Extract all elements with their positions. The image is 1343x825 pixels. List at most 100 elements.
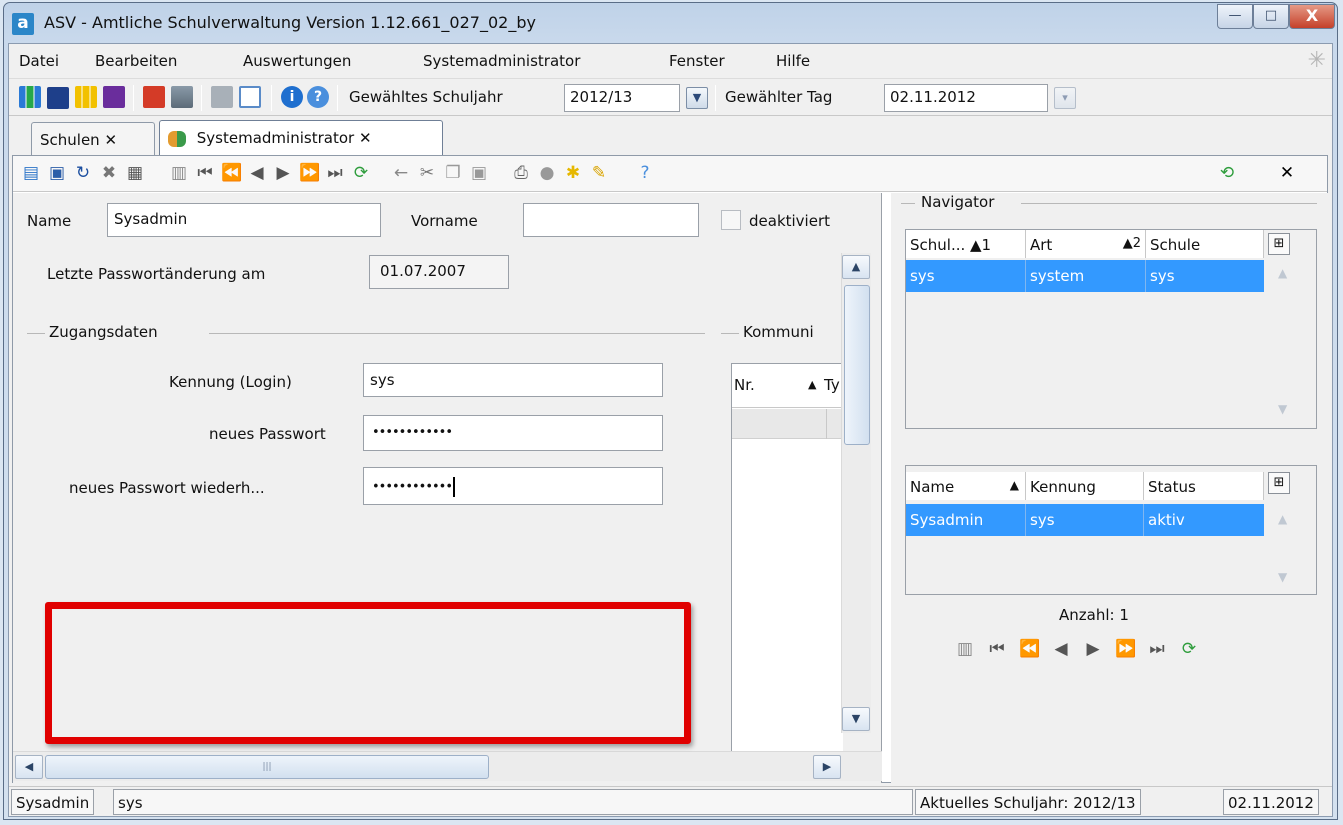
table-row[interactable]: Sysadmin sys aktiv [906,504,1264,536]
menu-auswertungen[interactable]: Auswertungen [243,52,351,70]
preview-icon[interactable]: ● [537,163,557,183]
scroll-left-icon[interactable]: ◀ [15,755,43,779]
scroll-down-icon[interactable]: ▼ [1278,402,1287,416]
last-record-icon[interactable]: ⏭ [1147,639,1167,659]
neues-passwort-input[interactable]: •••••••••••• [363,415,663,451]
teacher-icon[interactable] [103,86,125,108]
students-icon[interactable] [75,86,97,108]
previous-page-icon[interactable]: ⏪ [221,163,242,183]
first-record-icon[interactable]: ⏮ [195,163,215,183]
horizontal-scrollbar[interactable]: ◀ ||| ▶ [13,751,882,781]
last-record-icon[interactable]: ⏭ [325,163,345,183]
name-input[interactable]: Sysadmin [107,203,381,237]
copy-icon[interactable]: ❐ [443,163,463,183]
cell-art: system [1026,260,1146,292]
toolbar-separator [201,85,202,111]
close-icon[interactable]: ✕ [359,129,372,147]
new-record-icon[interactable]: ▤ [21,163,41,183]
vertical-scrollbar[interactable]: ▲ ▼ [841,253,871,733]
col-art-label: Art [1030,236,1053,254]
schulen-grid[interactable]: Schul... ▲1 Art ▲2 Schule ⊞ sys system s… [905,229,1317,429]
next-record-icon[interactable]: ▶ [273,163,293,183]
tab-schulen[interactable]: Schulen ✕ [31,122,155,156]
save-icon[interactable]: ▣ [47,163,67,183]
scroll-thumb-horizontal[interactable]: ||| [45,755,489,779]
col-name-label: Name [910,478,955,496]
table-row[interactable]: sys system sys [906,260,1264,292]
kommunikation-header[interactable]: Nr. ▲ Ty [732,364,844,408]
scroll-down-icon[interactable]: ▼ [1278,570,1287,584]
col-name[interactable]: Name ▲ [906,472,1026,500]
people-group-icon[interactable] [19,86,41,108]
col-kennung[interactable]: Kennung [1026,472,1144,500]
menu-fenster[interactable]: Fenster [669,52,725,70]
menu-bearbeiten[interactable]: Bearbeiten [95,52,177,70]
previous-record-icon[interactable]: ◀ [1051,639,1071,659]
close-button[interactable]: X [1289,4,1335,29]
help-icon[interactable]: ? [307,86,329,108]
print-icon[interactable]: ⎙ [511,163,531,183]
next-page-icon[interactable]: ⏩ [299,163,320,183]
undo-icon[interactable]: ↻ [73,163,93,183]
lightbulb-icon[interactable]: ✱ [563,163,583,183]
toolbar-separator [337,85,338,111]
menu-hilfe[interactable]: Hilfe [776,52,810,70]
book-icon[interactable] [143,86,165,108]
scroll-up-icon[interactable]: ▲ [1278,266,1287,280]
deaktiviert-checkbox[interactable] [721,210,741,230]
window-new-icon[interactable] [239,86,261,108]
tag-field[interactable]: 02.11.2012 [884,84,1048,112]
benutzer-grid[interactable]: Name ▲ Kennung Status ⊞ Sysadmin sys akt… [905,465,1317,595]
komm-col-typ[interactable]: Ty [824,376,840,394]
col-status[interactable]: Status [1144,472,1264,500]
sync-icon[interactable]: ⟲ [1217,163,1237,183]
menu-datei[interactable]: Datei [19,52,59,70]
col-schule[interactable]: Schule [1146,230,1264,258]
minimize-button[interactable]: — [1217,4,1253,29]
next-page-icon[interactable]: ⏩ [1115,639,1136,659]
kommunikation-table[interactable]: Nr. ▲ Ty [731,363,844,753]
menu-systemadministrator[interactable]: Systemadministrator [423,52,580,70]
record-toolbar: ▤ ▣ ↻ ✖ ▦ ▥ ⏮ ⏪ ◀ ▶ ⏩ ⏭ ⟳ ← ✂ ❐ ▣ ⎙ ● ✱ [13,156,1327,192]
calendar-dropdown-icon[interactable]: ▾ [1054,87,1076,109]
list-icon[interactable]: ▥ [169,163,189,183]
vorname-input[interactable] [523,203,699,237]
help-icon[interactable]: ? [635,163,655,183]
paste-icon[interactable]: ▣ [469,163,489,183]
scroll-thumb[interactable] [844,285,870,445]
details-icon[interactable]: ▦ [125,163,145,183]
broom-icon[interactable]: ✎ [589,163,609,183]
refresh-icon[interactable]: ⟳ [351,163,371,183]
info-icon[interactable]: i [281,86,303,108]
list-icon[interactable]: ▥ [955,639,975,659]
cut-icon[interactable]: ✂ [417,163,437,183]
report-icon[interactable] [171,86,193,108]
column-chooser-icon[interactable]: ⊞ [1268,472,1290,494]
tab-systemadministrator[interactable]: Systemadministrator ✕ [159,120,443,157]
back-arrow-icon[interactable]: ← [391,163,411,183]
kennung-input[interactable]: sys [363,363,663,397]
maximize-button[interactable]: □ [1253,4,1289,29]
close-icon[interactable]: ✕ [104,131,117,149]
close-panel-icon[interactable]: ✕ [1277,163,1297,183]
previous-page-icon[interactable]: ⏪ [1019,639,1040,659]
delete-icon[interactable]: ✖ [99,163,119,183]
refresh-icon[interactable]: ⟳ [1179,639,1199,659]
next-record-icon[interactable]: ▶ [1083,639,1103,659]
column-chooser-icon[interactable]: ⊞ [1268,233,1290,255]
col-art[interactable]: Art ▲2 [1026,230,1146,258]
previous-record-icon[interactable]: ◀ [247,163,267,183]
title-bar[interactable]: a ASV - Amtliche Schulverwaltung Version… [4,3,1337,43]
class-list-icon[interactable] [47,87,69,109]
col-schul[interactable]: Schul... ▲1 [906,230,1026,258]
neues-passwort-wiederholen-input[interactable]: •••••••••••• [363,467,663,505]
scroll-down-icon[interactable]: ▼ [842,707,870,731]
scroll-right-icon[interactable]: ▶ [813,755,841,779]
komm-col-nr[interactable]: Nr. [734,376,755,394]
table-row[interactable] [732,409,844,439]
schuljahr-select[interactable]: 2012/13 [564,84,680,112]
scroll-up-icon[interactable]: ▲ [842,255,870,279]
scroll-up-icon[interactable]: ▲ [1278,512,1287,526]
first-record-icon[interactable]: ⏮ [987,639,1007,659]
chevron-down-icon[interactable]: ▼ [686,87,708,109]
